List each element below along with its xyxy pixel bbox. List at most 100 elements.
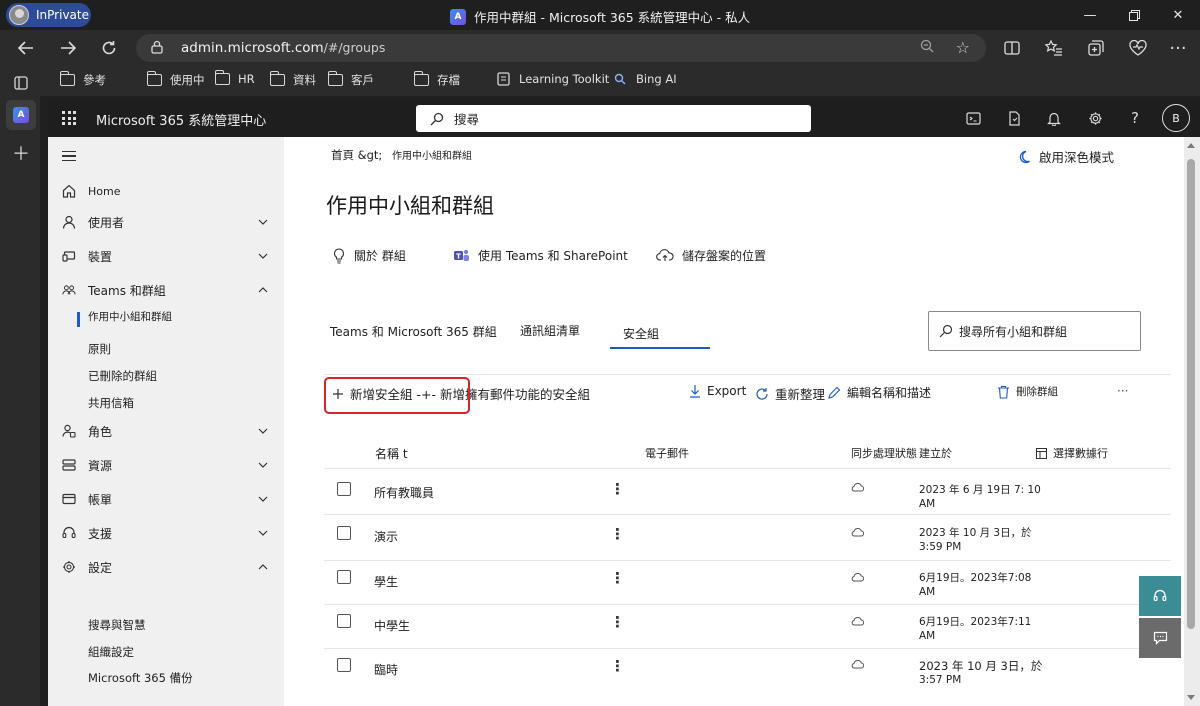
favorites-button[interactable] [1040,34,1068,62]
group-search-box[interactable]: 搜尋所有小組和群組 [928,311,1141,351]
favorite-folder-active[interactable]: 使用中 [146,71,205,88]
collections-button[interactable] [1082,34,1110,62]
more-menu-button[interactable]: ··· [1164,34,1192,62]
nav-subitem-search-intelligence[interactable]: 搜尋與智慧 [88,617,146,633]
active-tab-button[interactable]: A [6,100,36,130]
nav-item-settings[interactable]: 設定 [48,553,284,581]
row-more-actions-icon[interactable]: ⋮ [610,615,625,630]
main-scrollbar[interactable] [1184,137,1200,706]
nav-subitem-active-teams-groups[interactable]: 作用中小組和群組 [88,309,172,324]
favorite-folder-archive[interactable]: 存檔 [413,71,460,88]
favorite-folder-reference[interactable]: 參考 [59,71,106,88]
support-chat-button[interactable] [1139,576,1181,616]
favorite-folder-customers[interactable]: 客戶 [327,71,374,88]
favorite-learning-toolkit[interactable]: Learning Toolkit [497,72,609,86]
more-commands-label: ··· [1117,384,1129,398]
browser-essentials-button[interactable] [1124,34,1152,62]
column-header-name[interactable]: 名稱 t [375,445,408,462]
column-header-email[interactable]: 電子郵件 [645,445,689,461]
group-name[interactable]: 所有教職員 [374,484,434,501]
address-bar[interactable]: admin.microsoft.com/#/groups ☆ [136,34,986,62]
user-avatar[interactable]: B [1162,104,1190,132]
group-name[interactable]: 學生 [374,573,398,590]
inprivate-badge[interactable]: InPrivate [6,3,91,27]
row-more-actions-icon[interactable]: ⋮ [610,482,625,497]
zoom-out-icon[interactable] [920,39,934,57]
breadcrumb-home[interactable]: 首頁 &gt; [331,148,382,162]
nav-subitem-deleted-groups[interactable]: 已刪除的群組 [88,368,157,384]
moon-icon [1019,150,1030,163]
favorite-bing-ai[interactable]: Bing AI [614,72,677,86]
favorite-star-icon[interactable]: ☆ [956,38,970,57]
group-name[interactable]: 演示 [374,528,398,545]
nav-collapse-icon[interactable] [62,151,76,161]
nav-item-support[interactable]: 支援 [48,519,284,547]
favorite-folder-data[interactable]: 資料 [269,71,316,88]
refresh-button[interactable]: 重新整理 [755,384,825,403]
teams-sharepoint-link[interactable]: T 使用 Teams 和 SharePoint [453,247,628,264]
nav-item-resources[interactable]: 資源 [48,451,284,479]
column-header-created[interactable]: 建立於 [919,445,952,461]
nav-subitem-shared-mailboxes[interactable]: 共用信箱 [88,395,134,411]
nav-item-home[interactable]: Home [48,177,284,205]
nav-item-teams-groups[interactable]: Teams 和群組 [48,276,284,304]
scrollbar-thumb[interactable] [1187,159,1195,629]
scroll-down-arrow-icon[interactable] [1187,695,1195,700]
close-window-button[interactable]: ✕ [1156,0,1200,30]
delete-group-button[interactable]: 刪除群組 [997,384,1058,399]
nav-subitem-policies[interactable]: 原則 [88,341,111,357]
group-name[interactable]: 中學生 [374,617,410,634]
settings-button[interactable] [1084,107,1106,129]
feedback-button[interactable] [1139,618,1181,658]
group-name[interactable]: 臨時 [374,661,398,678]
export-button[interactable]: Export [689,384,746,398]
tab-teams-m365-groups[interactable]: Teams 和 Microsoft 365 群組 [330,323,497,340]
app-launcher-icon[interactable] [62,111,76,125]
row-checkbox[interactable] [337,658,351,672]
about-groups-link[interactable]: 關於 群組 [332,247,406,264]
row-checkbox[interactable] [337,482,351,496]
scroll-up-arrow-icon[interactable] [1187,143,1195,148]
back-button[interactable] [12,34,40,62]
column-header-sync-status[interactable]: 同步處理狀態 [851,445,917,461]
edit-name-description-button[interactable]: 編輯名稱和描述 [827,384,931,401]
help-button[interactable]: ? [1124,107,1146,129]
tab-security-groups[interactable]: 安全組 [623,325,659,342]
created-date: 2023 年 10 月 3日，於 3:59 PM [919,526,1032,554]
url-text: admin.microsoft.com/#/groups [181,40,385,56]
header-search-box[interactable]: 搜尋 [416,105,811,132]
nav-subitem-org-settings[interactable]: 組織設定 [88,644,134,660]
row-more-actions-icon[interactable]: ⋮ [610,659,625,674]
row-checkbox[interactable] [337,614,351,628]
dark-mode-toggle[interactable]: 啟用深色模式 [1017,147,1114,166]
app-title[interactable]: Microsoft 365 系統管理中心 [96,110,266,129]
refresh-page-button[interactable] [95,34,123,62]
minimize-button[interactable]: — [1068,0,1112,30]
file-storage-link[interactable]: 儲存盤案的位置 [656,247,766,264]
row-checkbox[interactable] [337,570,351,584]
row-more-actions-icon[interactable]: ⋮ [610,527,625,542]
choose-columns-button[interactable]: 選擇數據行 [1036,445,1108,461]
row-more-actions-icon[interactable]: ⋮ [610,571,625,586]
terminal-button[interactable] [962,107,984,129]
tab-actions-button[interactable] [8,70,34,96]
created-date-line2: 3:59 PM [919,541,962,553]
more-commands-button[interactable]: ··· [1117,384,1128,398]
nav-item-users[interactable]: 使用者 [48,208,284,236]
restore-button[interactable] [1112,0,1156,30]
notifications-button[interactable] [1043,107,1065,129]
favorite-folder-hr[interactable]: HR [214,70,255,86]
nav-item-devices[interactable]: 裝置 [48,242,284,270]
nav-item-roles[interactable]: 角色 [48,417,284,445]
forward-button[interactable] [54,34,82,62]
new-tab-button[interactable]: ＋ [8,140,34,166]
nav-subitem-m365-backup[interactable]: Microsoft 365 備份 [88,670,193,686]
nav-item-billing[interactable]: 帳單 [48,485,284,513]
document-button[interactable] [1003,107,1025,129]
tab-distribution-lists[interactable]: 通訊組清單 [520,322,580,339]
row-checkbox[interactable] [337,526,351,540]
m365-admin-tab-icon: A [450,8,466,25]
url-host: admin.microsoft.com [181,40,324,56]
split-screen-button[interactable] [998,34,1026,62]
nav-label: 角色 [88,424,113,439]
